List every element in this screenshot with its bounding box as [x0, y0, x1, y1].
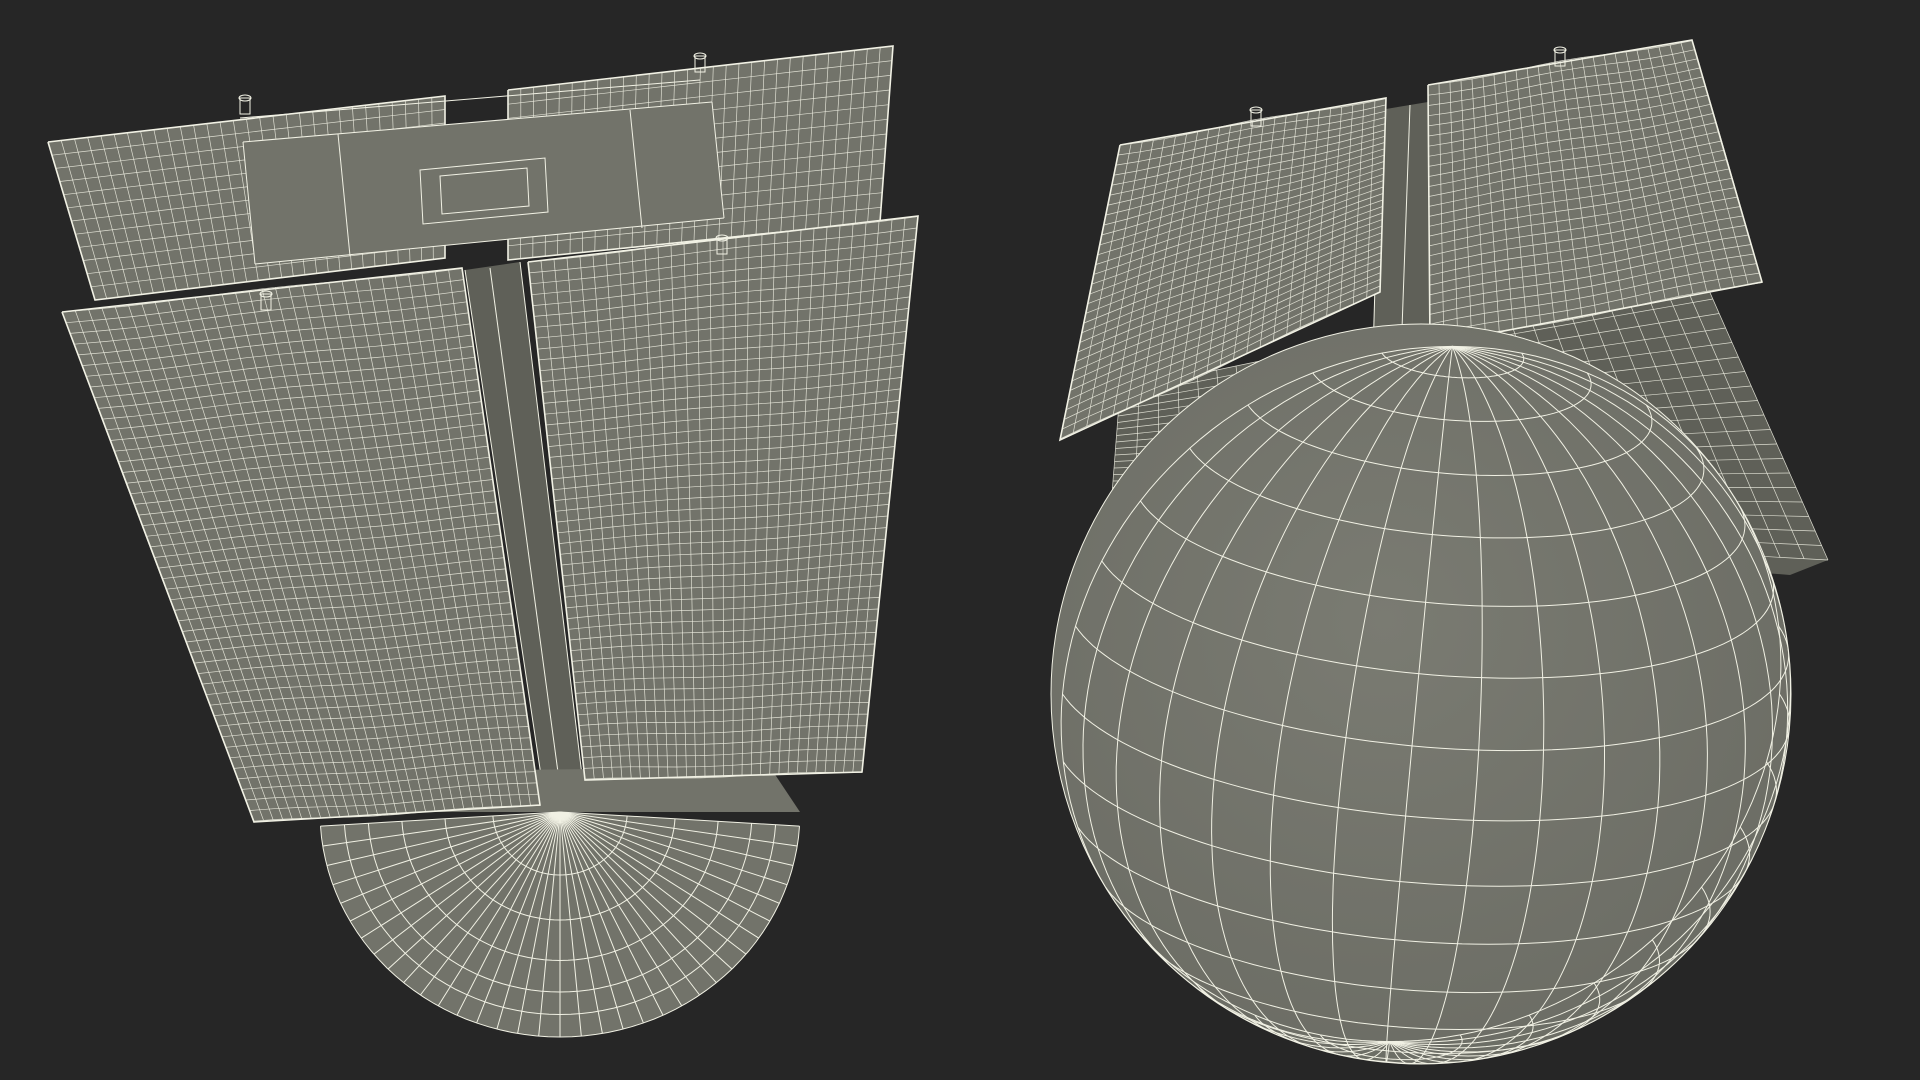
panel-front-right — [527, 215, 919, 781]
sphere — [1050, 323, 1792, 1065]
left-view — [47, 45, 919, 1038]
wireframe-viewport: .surf{fill:#72736a;stroke:none}.surfdark… — [0, 0, 1920, 1080]
right-view — [1050, 39, 1829, 1065]
wireframe-render: .surf{fill:#72736a;stroke:none}.surfdark… — [47, 39, 1829, 1065]
panel-front-left — [61, 267, 541, 823]
